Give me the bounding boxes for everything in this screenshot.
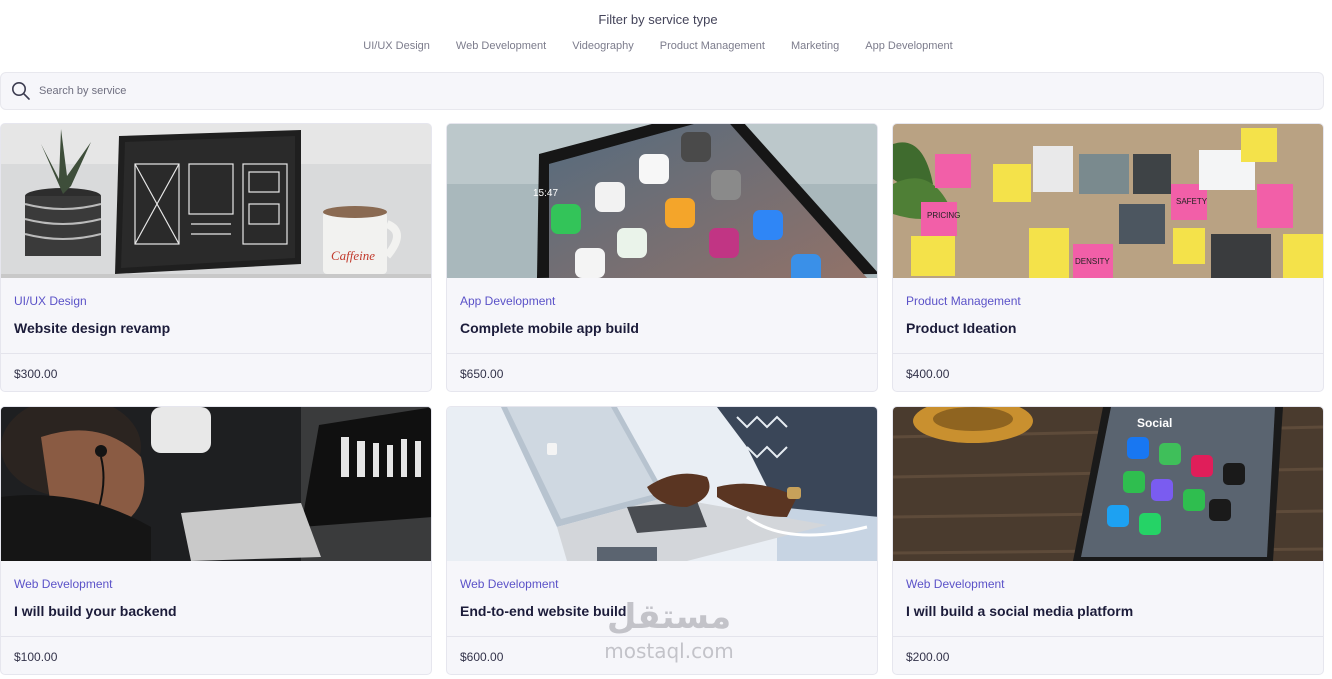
service-title[interactable]: Complete mobile app build bbox=[460, 320, 639, 336]
divider bbox=[447, 353, 877, 354]
filter-option-marketing[interactable]: Marketing bbox=[791, 40, 839, 52]
service-category[interactable]: Web Development bbox=[906, 577, 1005, 591]
service-price: $600.00 bbox=[460, 650, 504, 664]
service-card[interactable]: Social Web Development I will build a so… bbox=[892, 406, 1324, 675]
service-image-smartphone: 15:47 bbox=[447, 124, 877, 278]
service-image-laptop-typing bbox=[447, 407, 877, 561]
service-card[interactable]: PRICING SAFETY DENSITY Product Managemen… bbox=[892, 123, 1324, 392]
filter-option-product-management[interactable]: Product Management bbox=[660, 40, 765, 52]
service-price: $200.00 bbox=[906, 650, 950, 664]
service-image-social-phone: Social bbox=[893, 407, 1323, 561]
service-image-sticky-notes: PRICING SAFETY DENSITY bbox=[893, 124, 1323, 278]
service-card[interactable]: 15:47 App Development Complete mobile ap… bbox=[446, 123, 878, 392]
svg-text:مستقل: مستقل bbox=[607, 597, 731, 637]
service-category[interactable]: Web Development bbox=[14, 577, 113, 591]
service-title[interactable]: Product Ideation bbox=[906, 320, 1016, 336]
svg-text:15:47: 15:47 bbox=[533, 188, 558, 199]
service-title[interactable]: I will build a social media platform bbox=[906, 603, 1133, 619]
svg-text:DENSITY: DENSITY bbox=[1075, 257, 1110, 266]
service-price: $300.00 bbox=[14, 367, 58, 381]
service-category[interactable]: Product Management bbox=[906, 294, 1021, 308]
divider bbox=[893, 636, 1323, 637]
filter-option-web-development[interactable]: Web Development bbox=[456, 40, 546, 52]
service-category[interactable]: Web Development bbox=[460, 577, 559, 591]
divider bbox=[1, 636, 431, 637]
svg-text:mostaql.com: mostaql.com bbox=[604, 639, 734, 663]
search-input[interactable] bbox=[39, 85, 639, 97]
svg-text:SAFETY: SAFETY bbox=[1176, 197, 1208, 206]
divider bbox=[893, 353, 1323, 354]
filter-options: UI/UX Design Web Development Videography… bbox=[0, 40, 1316, 52]
filter-option-videography[interactable]: Videography bbox=[572, 40, 634, 52]
service-grid: Caffeine UI/UX Design Website design rev… bbox=[0, 123, 1324, 675]
service-title[interactable]: Website design revamp bbox=[14, 320, 170, 336]
service-category[interactable]: App Development bbox=[460, 294, 555, 308]
divider bbox=[1, 353, 431, 354]
filter-option-app-development[interactable]: App Development bbox=[865, 40, 952, 52]
search-icon bbox=[11, 81, 31, 101]
service-price: $400.00 bbox=[906, 367, 950, 381]
filter-option-ui-ux-design[interactable]: UI/UX Design bbox=[363, 40, 430, 52]
service-card[interactable]: Caffeine UI/UX Design Website design rev… bbox=[0, 123, 432, 392]
svg-text:PRICING: PRICING bbox=[927, 211, 960, 220]
service-card[interactable]: Web Development I will build your backen… bbox=[0, 406, 432, 675]
service-image-developer bbox=[1, 407, 431, 561]
service-title[interactable]: I will build your backend bbox=[14, 603, 177, 619]
service-price: $100.00 bbox=[14, 650, 58, 664]
service-image-tablet-wireframe: Caffeine bbox=[1, 124, 431, 278]
filter-title: Filter by service type bbox=[598, 12, 718, 27]
service-category[interactable]: UI/UX Design bbox=[14, 294, 87, 308]
search-bar[interactable] bbox=[0, 72, 1324, 110]
mostaql-watermark: مستقل mostaql.com bbox=[604, 597, 734, 663]
service-price: $650.00 bbox=[460, 367, 504, 381]
svg-text:Social: Social bbox=[1137, 416, 1172, 430]
svg-text:Caffeine: Caffeine bbox=[331, 248, 375, 263]
